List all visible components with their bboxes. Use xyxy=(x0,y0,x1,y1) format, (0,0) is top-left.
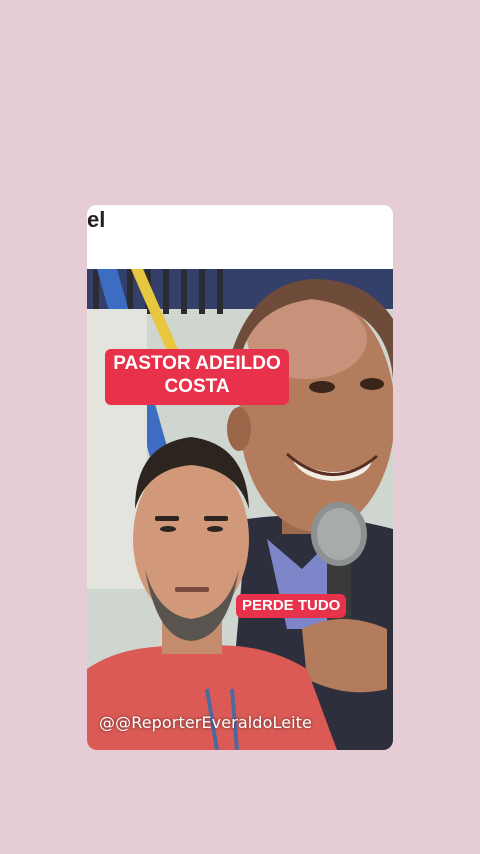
header-partial-text: el xyxy=(87,207,106,232)
video-frame[interactable]: PASTOR ADEILDO COSTA PERDE TUDO @@Report… xyxy=(87,269,393,750)
video-caption-secondary: PERDE TUDO xyxy=(236,594,347,618)
video-still-image xyxy=(87,269,393,750)
creator-watermark: @@ReporterEveraldoLeite xyxy=(99,713,312,732)
caption-line-1: PASTOR ADEILDO xyxy=(113,353,281,374)
card-header: el xyxy=(87,205,393,269)
video-caption-title: PASTOR ADEILDO COSTA xyxy=(105,349,289,405)
video-card[interactable]: el PASTOR ADEILDO COSTA PERDE TUDO @@Rep… xyxy=(87,205,393,750)
caption-line-2: COSTA xyxy=(164,375,230,397)
